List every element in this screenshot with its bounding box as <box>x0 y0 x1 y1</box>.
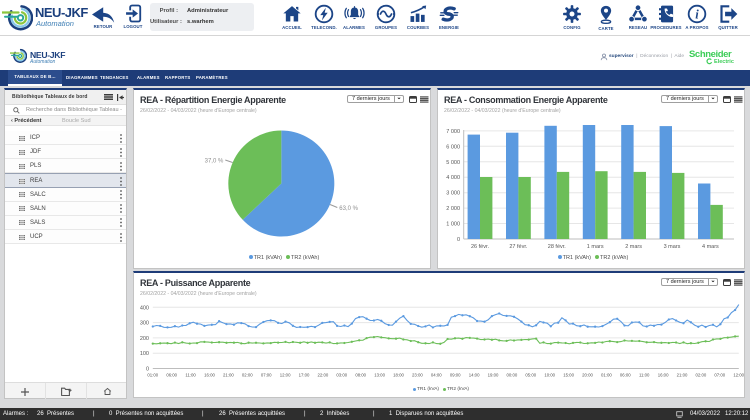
svg-text:16:00: 16:00 <box>204 373 215 378</box>
svg-text:2 000: 2 000 <box>446 206 460 212</box>
svg-text:300: 300 <box>140 321 149 327</box>
svg-text:03:00: 03:00 <box>336 373 347 378</box>
svg-text:17:00: 17:00 <box>299 373 310 378</box>
svg-text:04:00: 04:00 <box>431 373 442 378</box>
svg-text:22:00: 22:00 <box>318 373 329 378</box>
svg-text:06:00: 06:00 <box>620 373 631 378</box>
svg-text:23:00: 23:00 <box>412 373 423 378</box>
svg-text:10:00: 10:00 <box>544 373 555 378</box>
svg-text:400: 400 <box>140 305 149 311</box>
svg-text:1 mars: 1 mars <box>587 244 604 250</box>
svg-text:12:00: 12:00 <box>280 373 291 378</box>
svg-text:15:00: 15:00 <box>563 373 574 378</box>
svg-text:27 févr.: 27 févr. <box>509 244 528 250</box>
svg-text:02:00: 02:00 <box>242 373 253 378</box>
svg-text:02:00: 02:00 <box>696 373 707 378</box>
svg-text:3 mars: 3 mars <box>664 244 681 250</box>
svg-text:12:00: 12:00 <box>733 373 744 378</box>
svg-text:05:00: 05:00 <box>525 373 536 378</box>
svg-text:37,0 %: 37,0 % <box>205 159 224 165</box>
svg-text:18:00: 18:00 <box>393 373 404 378</box>
svg-text:3 000: 3 000 <box>446 190 460 196</box>
svg-text:7 000: 7 000 <box>446 128 460 134</box>
svg-text:4 mars: 4 mars <box>702 244 719 250</box>
svg-text:14:00: 14:00 <box>469 373 480 378</box>
svg-text:28 févr.: 28 févr. <box>548 244 567 250</box>
svg-text:20:00: 20:00 <box>582 373 593 378</box>
svg-text:21:00: 21:00 <box>223 373 234 378</box>
svg-text:6 000: 6 000 <box>446 144 460 150</box>
svg-text:01:00: 01:00 <box>147 373 158 378</box>
svg-text:4 000: 4 000 <box>446 175 460 181</box>
svg-text:63,0 %: 63,0 % <box>339 206 358 212</box>
svg-text:07:00: 07:00 <box>714 373 725 378</box>
svg-text:21:00: 21:00 <box>677 373 688 378</box>
svg-text:200: 200 <box>140 336 149 342</box>
svg-text:100: 100 <box>140 351 149 357</box>
svg-text:16:00: 16:00 <box>658 373 669 378</box>
svg-text:11:00: 11:00 <box>639 373 650 378</box>
svg-text:13:00: 13:00 <box>374 373 385 378</box>
svg-text:01:00: 01:00 <box>601 373 612 378</box>
svg-text:00:00: 00:00 <box>507 373 518 378</box>
svg-text:2 mars: 2 mars <box>625 244 642 250</box>
svg-text:19:00: 19:00 <box>488 373 499 378</box>
svg-text:1 000: 1 000 <box>446 221 460 227</box>
svg-text:0: 0 <box>457 237 460 243</box>
svg-text:07:00: 07:00 <box>261 373 272 378</box>
svg-text:09:00: 09:00 <box>450 373 461 378</box>
svg-text:i: i <box>695 8 699 22</box>
svg-text:08:00: 08:00 <box>355 373 366 378</box>
svg-text:06:00: 06:00 <box>166 373 177 378</box>
svg-text:26 févr.: 26 févr. <box>471 244 490 250</box>
svg-text:5 000: 5 000 <box>446 159 460 165</box>
svg-text:11:00: 11:00 <box>185 373 196 378</box>
